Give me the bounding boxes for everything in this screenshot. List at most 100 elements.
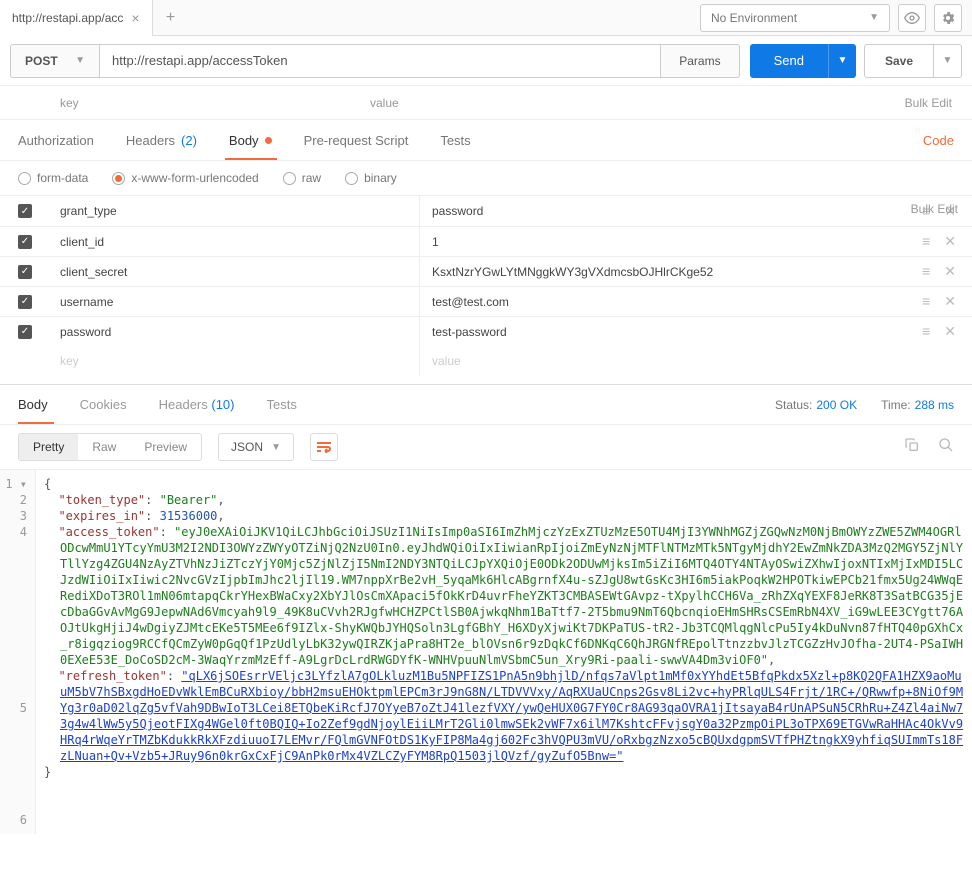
- checkbox-icon[interactable]: ✓: [18, 265, 32, 279]
- gear-icon[interactable]: [934, 4, 962, 32]
- status-label: Status:200 OK: [775, 398, 857, 412]
- resp-tab-tests[interactable]: Tests: [267, 397, 297, 412]
- chevron-down-icon: ▼: [838, 55, 848, 66]
- drag-handle-icon[interactable]: ≡: [922, 293, 930, 310]
- value-input[interactable]: value: [420, 354, 940, 368]
- view-mode-segment: Pretty Raw Preview: [18, 433, 202, 461]
- radio-form-data[interactable]: form-data: [18, 171, 88, 185]
- delete-icon[interactable]: ✕: [944, 323, 956, 340]
- param-key[interactable]: client_id: [50, 227, 420, 256]
- response-editor: 1 ▾23 456 { "token_type": "Bearer", "exp…: [0, 469, 972, 834]
- save-label: Save: [885, 54, 913, 68]
- param-row[interactable]: ✓ usernametest@test.com ≡ ✕: [0, 286, 972, 316]
- tab-title: http://restapi.app/acc: [12, 11, 123, 25]
- resp-tab-cookies[interactable]: Cookies: [80, 397, 127, 412]
- checkbox-icon[interactable]: ✓: [18, 325, 32, 339]
- delete-icon[interactable]: ✕: [944, 263, 956, 280]
- drag-handle-icon[interactable]: ≡: [922, 233, 930, 250]
- search-icon[interactable]: [938, 437, 954, 458]
- method-select[interactable]: POST ▼: [10, 44, 100, 78]
- response-body-code[interactable]: { "token_type": "Bearer", "expires_in": …: [36, 470, 972, 834]
- param-key[interactable]: grant_type: [50, 196, 420, 226]
- param-row[interactable]: ✓ passwordtest-password ≡ ✕: [0, 316, 972, 346]
- request-bar: POST ▼ http://restapi.app/accessToken Pa…: [0, 36, 972, 86]
- copy-icon[interactable]: [904, 437, 920, 458]
- chevron-down-icon: ▼: [271, 442, 281, 453]
- tab-body[interactable]: Body: [229, 120, 272, 160]
- wrap-lines-button[interactable]: [310, 433, 338, 461]
- checkbox-icon[interactable]: ✓: [18, 204, 32, 218]
- url-input[interactable]: http://restapi.app/accessToken: [100, 44, 661, 78]
- mode-raw[interactable]: Raw: [78, 434, 130, 460]
- key-input[interactable]: key: [50, 346, 420, 376]
- checkbox-icon[interactable]: ✓: [18, 295, 32, 309]
- body-type-radios: form-data x-www-form-urlencoded raw bina…: [0, 160, 972, 195]
- radio-urlencoded[interactable]: x-www-form-urlencoded: [112, 171, 258, 185]
- method-value: POST: [25, 54, 58, 68]
- drag-handle-icon[interactable]: ≡: [922, 323, 930, 340]
- dirty-dot-icon: [265, 137, 272, 144]
- radio-icon: [112, 172, 125, 185]
- new-tab-button[interactable]: +: [153, 9, 189, 27]
- save-dropdown[interactable]: ▼: [934, 44, 962, 78]
- save-button[interactable]: Save: [864, 44, 934, 78]
- radio-icon: [283, 172, 296, 185]
- checkbox-icon[interactable]: ✓: [18, 235, 32, 249]
- send-button[interactable]: Send: [750, 44, 828, 78]
- bulk-edit-link[interactable]: Bulk Edit: [895, 96, 962, 110]
- param-key[interactable]: password: [50, 317, 420, 346]
- environment-select[interactable]: No Environment ▼: [700, 4, 890, 32]
- param-key[interactable]: client_secret: [50, 257, 420, 286]
- resp-tab-headers[interactable]: Headers (10): [159, 397, 235, 412]
- tab-headers[interactable]: Headers (2): [126, 120, 197, 160]
- param-row-empty[interactable]: key value: [0, 346, 972, 376]
- request-tab[interactable]: http://restapi.app/acc ×: [0, 0, 153, 36]
- delete-icon[interactable]: ✕: [944, 233, 956, 250]
- radio-raw[interactable]: raw: [283, 171, 321, 185]
- language-select[interactable]: JSON ▼: [218, 433, 294, 461]
- key-header: key: [60, 96, 370, 110]
- url-params-header: key value Bulk Edit: [0, 86, 972, 120]
- param-value[interactable]: test-password: [420, 325, 906, 339]
- request-sub-tabs: Authorization Headers (2) Body Pre-reque…: [0, 120, 972, 160]
- radio-icon: [18, 172, 31, 185]
- delete-icon[interactable]: ✕: [944, 293, 956, 310]
- tab-strip: http://restapi.app/acc × +: [0, 0, 690, 35]
- response-toolbar: Pretty Raw Preview JSON ▼: [0, 424, 972, 469]
- code-link[interactable]: Code: [923, 133, 954, 148]
- tab-authorization[interactable]: Authorization: [18, 120, 94, 160]
- params-label: Params: [679, 54, 720, 68]
- params-button[interactable]: Params: [661, 44, 739, 78]
- param-key[interactable]: username: [50, 287, 420, 316]
- send-dropdown[interactable]: ▼: [828, 44, 856, 78]
- send-label: Send: [774, 53, 804, 68]
- eye-icon[interactable]: [898, 4, 926, 32]
- url-value: http://restapi.app/accessToken: [112, 53, 288, 68]
- param-value[interactable]: 1: [420, 235, 906, 249]
- param-row[interactable]: ✓grant_typepassword≡✕: [0, 196, 972, 226]
- chevron-down-icon: ▼: [869, 12, 879, 23]
- param-value[interactable]: test@test.com: [420, 295, 906, 309]
- mode-pretty[interactable]: Pretty: [19, 434, 78, 460]
- radio-icon: [345, 172, 358, 185]
- environment-selected: No Environment: [711, 11, 797, 25]
- status-value: 200 OK: [816, 398, 857, 412]
- titlebar: http://restapi.app/acc × + No Environmen…: [0, 0, 972, 36]
- param-value[interactable]: KsxtNzrYGwLYtMNggkWY3gVXdmcsbOJHlrCKge52: [420, 265, 906, 279]
- tab-tests[interactable]: Tests: [440, 120, 470, 160]
- time-label: Time:288 ms: [881, 398, 954, 412]
- body-params-table: Bulk Edit ✓grant_typepassword≡✕✓client_i…: [0, 195, 972, 376]
- environment-area: No Environment ▼: [690, 0, 972, 35]
- mode-preview[interactable]: Preview: [130, 434, 201, 460]
- close-icon[interactable]: ×: [131, 10, 139, 26]
- time-value: 288 ms: [915, 398, 954, 412]
- param-row[interactable]: ✓ client_secretKsxtNzrYGwLYtMNggkWY3gVXdm…: [0, 256, 972, 286]
- response-tabs: Body Cookies Headers (10) Tests Status:2…: [0, 384, 972, 424]
- param-value[interactable]: password: [420, 204, 906, 218]
- drag-handle-icon[interactable]: ≡: [922, 263, 930, 280]
- bulk-edit-link[interactable]: Bulk Edit: [911, 202, 958, 216]
- resp-tab-body[interactable]: Body: [18, 397, 48, 412]
- tab-prerequest[interactable]: Pre-request Script: [304, 120, 409, 160]
- radio-binary[interactable]: binary: [345, 171, 397, 185]
- param-row[interactable]: ✓ client_id1 ≡ ✕: [0, 226, 972, 256]
